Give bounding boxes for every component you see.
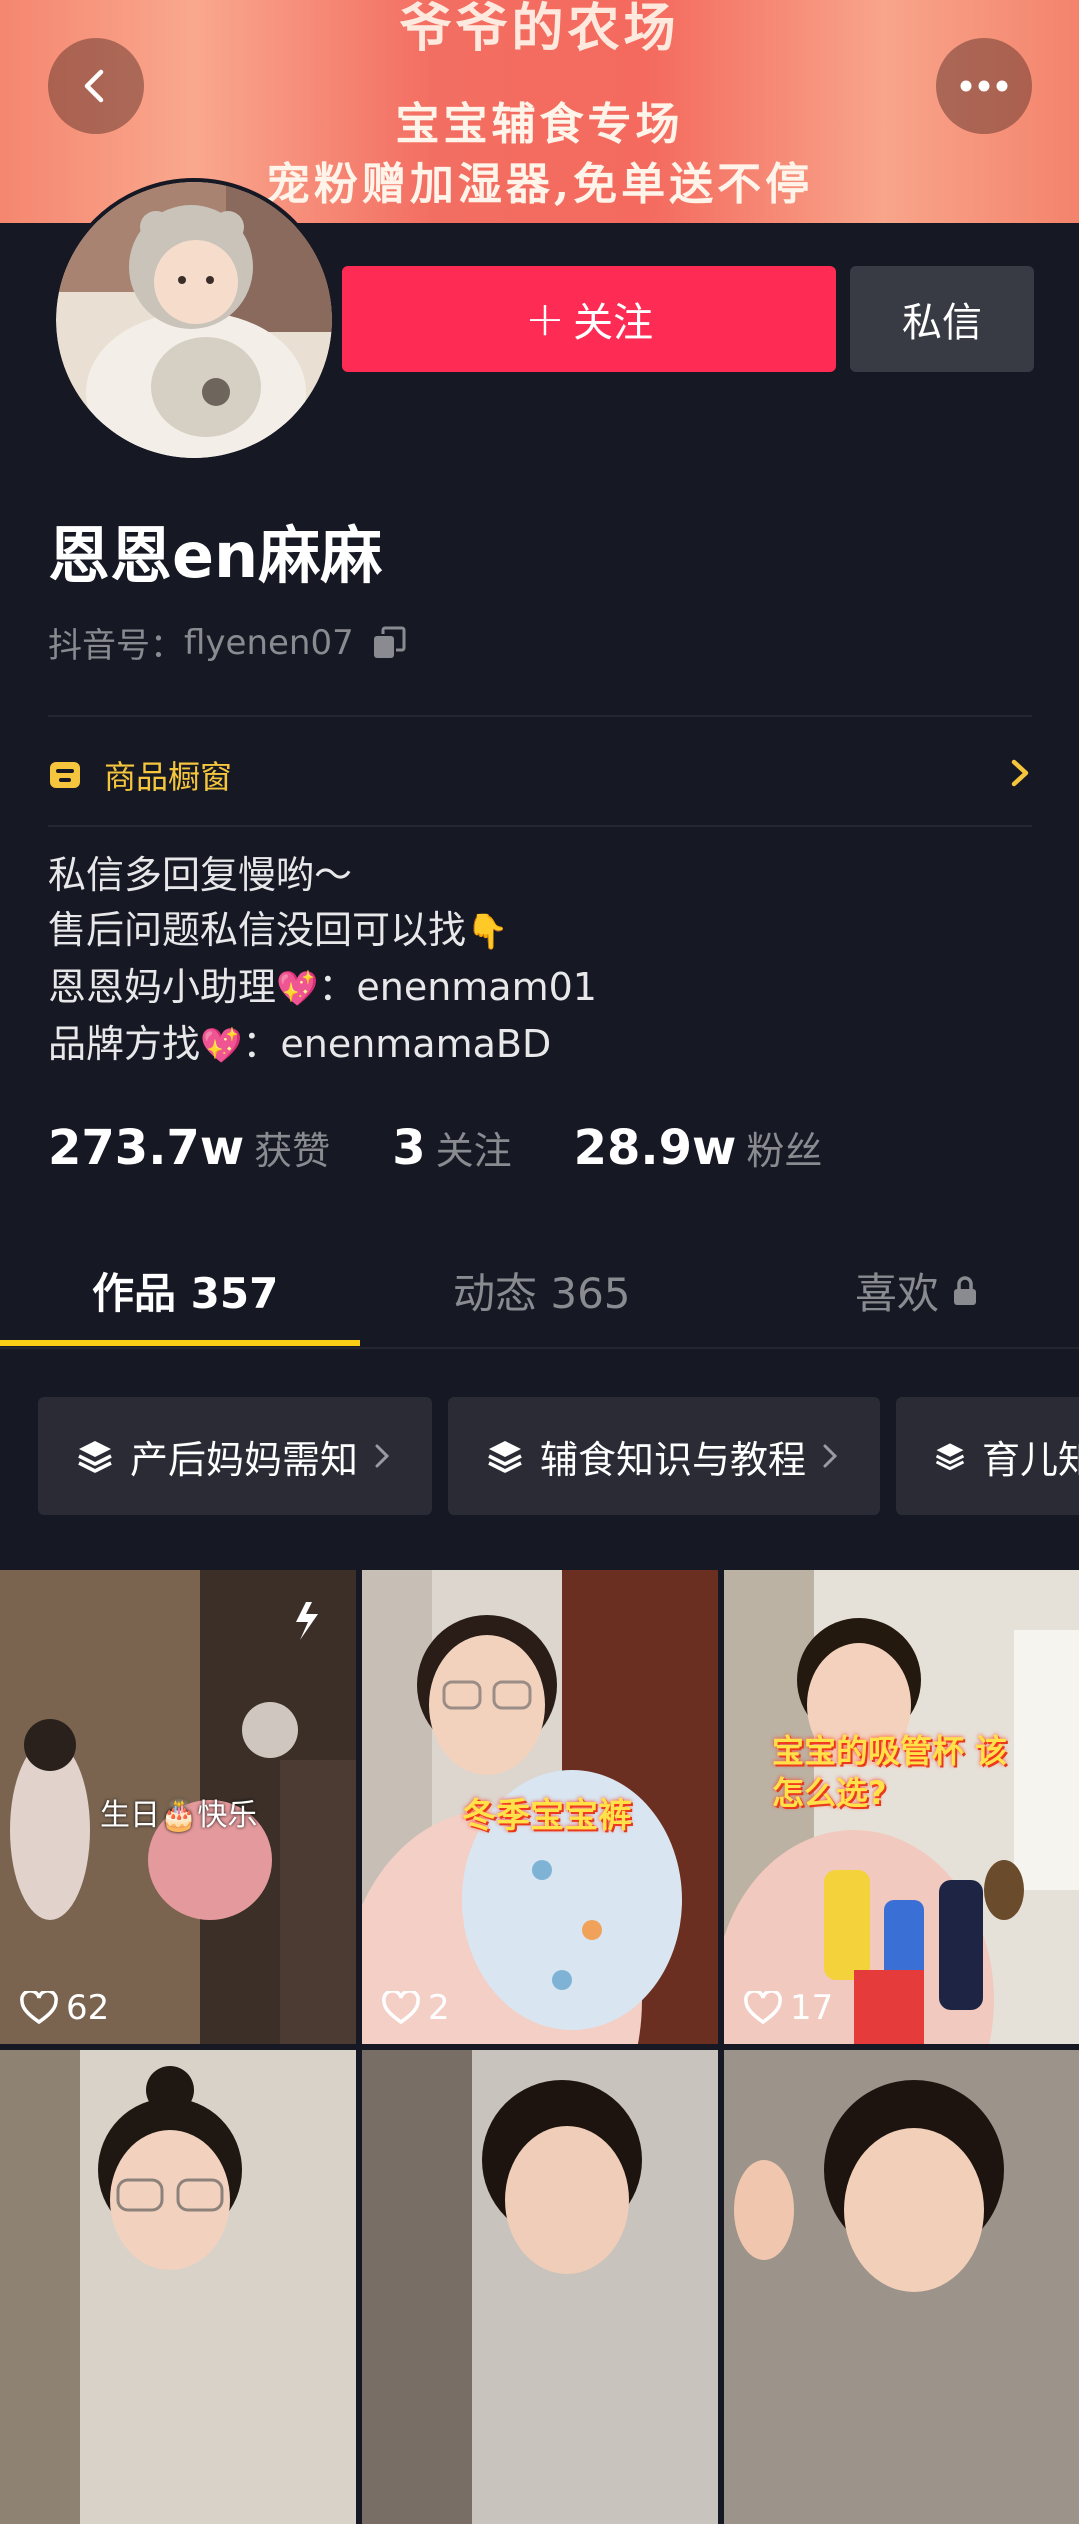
video-caption: 生日🎂快乐 <box>100 1798 258 1833</box>
collection-chip[interactable]: 育儿知 <box>896 1397 1079 1515</box>
chevron-right-icon <box>823 1444 838 1468</box>
layers-icon <box>935 1443 965 1471</box>
layers-icon <box>78 1441 112 1473</box>
collection-label: 产后妈妈需知 <box>130 1437 359 1482</box>
lock-icon <box>954 1275 977 1305</box>
video-cover <box>362 2050 718 2524</box>
likes-label: 获赞 <box>254 1129 331 1173</box>
profile-stats: 273.7w 获赞 3 关注 28.9w 粉丝 <box>48 1120 884 1176</box>
video-cover <box>724 2050 1079 2524</box>
divider <box>48 715 1032 717</box>
message-button[interactable]: 私信 <box>850 266 1034 372</box>
video-thumbnail[interactable]: 冬季宝宝裤 2 <box>362 1570 718 2044</box>
video-sticker-text: 宝宝的吸管杯 该怎么选? <box>772 1732 1008 1812</box>
ellipsis-icon <box>960 80 1008 92</box>
video-thumbnail[interactable] <box>362 2050 718 2524</box>
fans-label[interactable]: 粉丝 <box>746 1120 822 1175</box>
bio-line: 售后问题私信没回可以找👇 <box>48 903 597 960</box>
video-likes: 17 <box>744 1988 833 2028</box>
tab-likes[interactable]: 喜欢 <box>855 1260 979 1321</box>
banner-subtitle: 宝宝辅食专场 <box>395 99 684 150</box>
tab-divider <box>0 1347 1079 1349</box>
tab-works[interactable]: 作品 357 <box>92 1260 278 1321</box>
profile-name: 恩恩en麻麻 <box>48 519 383 592</box>
avatar[interactable] <box>52 178 336 462</box>
bio-line: 恩恩妈小助理💖：enenmam01 <box>48 960 597 1017</box>
video-likes-count: 62 <box>66 1988 110 2028</box>
collection-chips: 产后妈妈需知 辅食知识与教程 育儿知 <box>0 1397 1079 1517</box>
video-thumbnail[interactable]: 宝宝的吸管杯 该怎么选? 17 <box>724 1570 1079 2044</box>
video-sticker-text: 冬季宝宝裤 <box>462 1796 632 1836</box>
heart-emoji: 💖 <box>276 969 319 1009</box>
video-cover <box>0 2050 356 2524</box>
collection-chip[interactable]: 产后妈妈需知 <box>38 1397 432 1515</box>
video-likes: 2 <box>382 1988 450 2028</box>
fans-count[interactable]: 28.9w <box>574 1120 737 1176</box>
chevron-left-icon <box>84 69 104 103</box>
copy-icon[interactable] <box>372 626 406 660</box>
tab-activity[interactable]: 动态 365 <box>453 1260 631 1321</box>
video-thumbnail[interactable]: 生日🎂快乐 62 <box>0 1570 356 2044</box>
plus-icon: + <box>524 291 566 347</box>
chevron-right-icon <box>1011 759 1029 787</box>
follow-label: 关注 <box>573 300 654 346</box>
heart-outline-icon <box>20 1991 58 2025</box>
following-label[interactable]: 关注 <box>436 1120 512 1175</box>
layers-icon <box>488 1441 522 1473</box>
shop-icon <box>50 762 80 788</box>
shop-window-row[interactable]: 商品橱窗 <box>48 748 1032 802</box>
back-button[interactable] <box>48 38 144 134</box>
heart-outline-icon <box>744 1991 782 2025</box>
more-button[interactable] <box>936 38 1032 134</box>
collection-chip[interactable]: 辅食知识与教程 <box>448 1397 880 1515</box>
tab-likes-label: 喜欢 <box>855 1269 940 1318</box>
douyin-id-value: flyenen07 <box>184 622 354 663</box>
douyin-id: 抖音号： flyenen07 <box>48 618 406 667</box>
following-count[interactable]: 3 <box>392 1120 425 1176</box>
collection-label: 辅食知识与教程 <box>540 1437 807 1482</box>
divider <box>48 825 1032 827</box>
likes-count: 273.7w <box>48 1120 245 1176</box>
heart-emoji: 💖 <box>200 1026 243 1066</box>
bio-line: 品牌方找💖：enenmamaBD <box>48 1017 597 1074</box>
profile-bio: 私信多回复慢哟～ 售后问题私信没回可以找👇 恩恩妈小助理💖：enenmam01 … <box>48 848 597 1074</box>
video-thumbnail[interactable] <box>724 2050 1079 2524</box>
avatar-image <box>56 182 332 458</box>
video-likes-count: 2 <box>428 1988 450 2028</box>
heart-outline-icon <box>382 1991 420 2025</box>
bio-line: 私信多回复慢哟～ <box>48 853 353 897</box>
shop-window-label: 商品橱窗 <box>104 758 233 796</box>
collection-label: 育儿知 <box>981 1437 1079 1482</box>
video-likes: 62 <box>20 1988 109 2028</box>
profile-tabs: 作品 357 动态 365 喜欢 <box>0 1230 1079 1348</box>
banner-title: 爷爷的农场 <box>399 0 680 59</box>
douyin-id-label: 抖音号： <box>48 626 184 666</box>
video-likes-count: 17 <box>790 1988 834 2028</box>
point-down-emoji: 👇 <box>466 912 509 952</box>
follow-button[interactable]: + 关注 <box>342 266 836 372</box>
video-thumbnail[interactable] <box>0 2050 356 2524</box>
tab-indicator <box>0 1340 360 1346</box>
chevron-right-icon <box>375 1444 390 1468</box>
